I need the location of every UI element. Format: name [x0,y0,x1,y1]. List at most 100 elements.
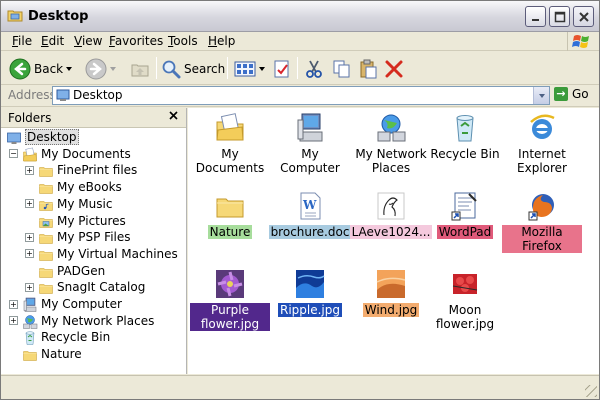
menu-view[interactable]: View [74,34,102,48]
expand-icon[interactable]: + [25,282,34,292]
desktop-item[interactable]: LAeve1024... [349,190,433,239]
back-button[interactable]: Back [9,56,63,82]
search-button[interactable]: Search [161,56,225,82]
copy-button[interactable] [332,56,352,82]
delete-button[interactable] [384,56,404,82]
folder-icon [38,163,54,178]
paste-icon [360,59,377,79]
folder-tree-item[interactable]: PADGen [25,263,105,279]
close-button[interactable] [573,6,594,27]
my-documents-icon [22,147,38,161]
expand-icon[interactable]: + [9,316,18,326]
folder-tree-label: Desktop [25,129,79,145]
desktop-item[interactable]: Wind.jpg [351,268,431,317]
recycle-bin-icon [22,330,38,346]
resize-grip[interactable] [585,385,597,397]
go-button[interactable]: → Go [554,87,589,101]
status-bar [1,375,599,399]
desktop-item[interactable]: Mozilla Firefox [502,190,582,253]
address-bar: Address Desktop → Go [1,85,599,107]
folder-tree-item[interactable]: + SnagIt Catalog [25,279,145,295]
close-icon [578,11,589,22]
folder-tree-item[interactable]: + My Computer [9,296,122,312]
folder-tree-item[interactable]: + My Virtual Machines [25,246,178,262]
image-thumbnail-icon [375,190,407,222]
menu-file[interactable]: File [12,34,32,48]
menu-help[interactable]: Help [208,34,235,48]
folder-tree-label: FinePrint files [57,163,138,178]
title-bar[interactable]: Desktop [1,1,599,32]
folder-tree-item[interactable]: + My PSP Files [25,229,131,245]
menu-favorites[interactable]: Favorites [109,34,163,48]
up-folder-button[interactable] [130,56,150,82]
collapse-icon[interactable]: − [9,149,18,159]
folder-tree-label: PADGen [57,263,106,278]
chevron-down-icon [110,67,116,71]
paste-button[interactable] [358,56,378,82]
folder-tree-item[interactable]: + My Network Places [9,313,154,329]
folder-tree-item[interactable]: My eBooks [25,179,122,195]
folder-icon [214,190,246,222]
desktop-item[interactable]: Ripple.jpg [270,268,350,317]
ripple-image-icon [294,268,326,300]
back-arrow-icon [9,58,31,80]
expand-icon[interactable]: + [25,165,34,175]
desktop-item[interactable]: Internet Explorer [502,112,582,175]
forward-button[interactable] [85,56,116,82]
folder-icon [38,230,54,244]
folder-tree-item[interactable]: Nature [9,346,82,362]
desktop-item[interactable]: Recycle Bin [425,112,505,161]
desktop-item-label: Internet Explorer [517,147,567,175]
folder-icon [38,180,54,194]
desktop-item[interactable]: My Computer [270,112,350,175]
desktop-item[interactable]: WordPad [425,190,505,239]
folder-tree-item[interactable]: Recycle Bin [9,329,110,346]
address-dropdown-button[interactable] [533,87,549,104]
desktop-item[interactable]: Wbrochure.doc [268,190,352,239]
views-button[interactable] [234,56,265,82]
toolbar: Back Search [1,52,599,85]
address-value: Desktop [73,88,123,102]
search-icon [162,60,181,79]
minimize-icon [531,18,539,21]
close-folders-pane-button[interactable] [166,109,180,123]
maximize-button[interactable] [549,6,570,27]
desktop-item[interactable]: My Network Places [351,112,431,175]
pictures-folder-icon [38,214,54,228]
folder-tree-item[interactable]: + My Music [25,196,112,212]
folder-tree-item[interactable]: Desktop [6,129,79,145]
desktop-item-label: Nature [207,225,253,239]
folder-tree-item[interactable]: + FinePrint files [25,162,137,178]
back-label: Back [34,62,64,76]
desktop-item[interactable]: Nature [190,190,270,239]
folder-icon [38,247,54,261]
network-icon [22,314,38,329]
folder-tree-item[interactable]: My Pictures [25,213,126,229]
desktop-item-label: WordPad [436,225,494,239]
expand-icon[interactable]: + [25,232,34,242]
address-input[interactable]: Desktop [52,86,550,105]
folder-tree-label: My Virtual Machines [57,246,178,261]
desktop-item-label: Ripple.jpg [277,303,342,317]
desktop-item[interactable]: My Documents [190,112,270,175]
expand-icon[interactable]: + [25,199,34,209]
cut-button[interactable] [304,56,324,82]
back-dropdown[interactable] [66,56,72,82]
menu-tools[interactable]: Tools [168,34,198,48]
desktop-item[interactable]: Purple flower.jpg [190,268,270,331]
folders-pane: Folders Desktop − My Documents + FinePrint f… [1,108,187,374]
properties-button[interactable] [272,56,292,82]
desktop-item-label: brochure.doc [268,225,352,239]
windows-logo [567,32,595,51]
minimize-button[interactable] [525,6,546,27]
address-label: Address [8,88,56,102]
properties-icon [274,60,289,78]
expand-icon[interactable]: + [25,249,34,259]
folder-tree-item[interactable]: − My Documents [9,146,131,162]
expand-icon[interactable]: + [9,299,18,309]
menu-edit[interactable]: Edit [41,34,64,48]
desktop-item[interactable]: Moon flower.jpg [425,268,505,331]
folder-tree-label: My Pictures [57,213,126,228]
folder-tree-label: My Computer [41,297,122,311]
